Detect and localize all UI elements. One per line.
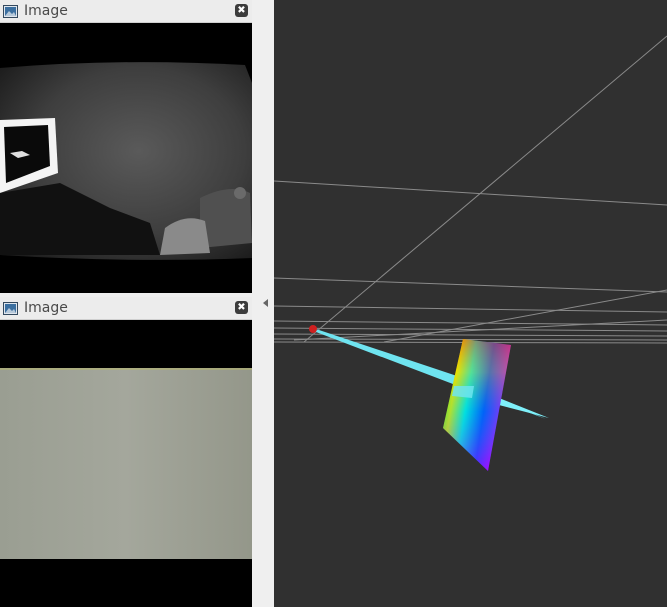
rgb-camera-image: [0, 320, 252, 607]
grid-lines: [274, 35, 667, 344]
image-window-titlebar[interactable]: Image ✖: [0, 0, 252, 23]
image-window-title: Image: [24, 3, 68, 19]
collapse-left-arrow-icon[interactable]: [263, 299, 268, 307]
image-app-icon: [3, 301, 18, 315]
depth-camera-image: [0, 23, 252, 293]
panel-splitter[interactable]: [252, 0, 274, 607]
image-window-titlebar[interactable]: Image ✖: [0, 297, 252, 320]
image-panel-top: Image ✖: [0, 0, 252, 23]
close-icon[interactable]: ✖: [235, 301, 248, 314]
image-panel-bottom: Image ✖: [0, 297, 252, 320]
image-window-title: Image: [24, 300, 68, 316]
image-app-icon: [3, 4, 18, 18]
3d-viewport[interactable]: [274, 0, 667, 607]
close-icon[interactable]: ✖: [235, 4, 248, 17]
